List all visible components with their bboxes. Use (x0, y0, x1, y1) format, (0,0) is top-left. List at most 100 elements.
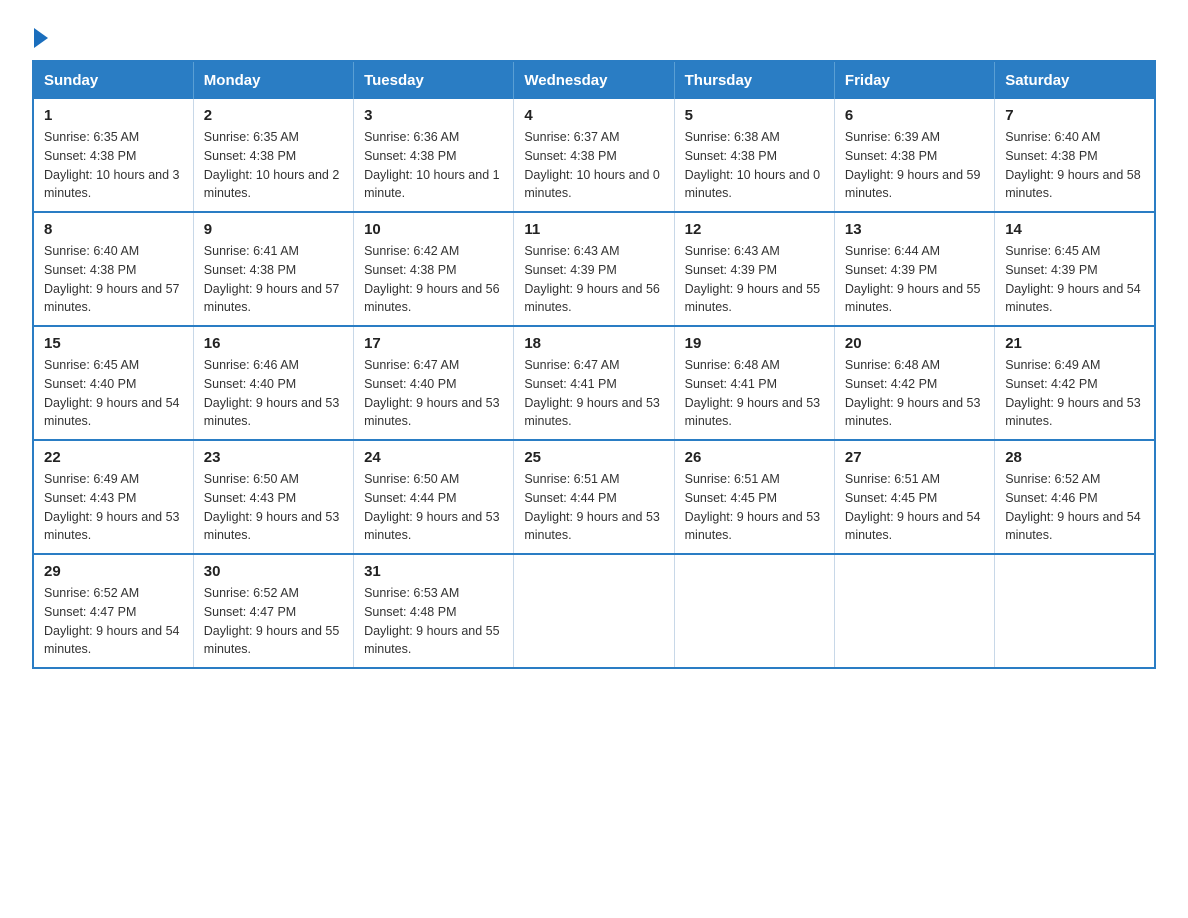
calendar-cell: 8 Sunrise: 6:40 AMSunset: 4:38 PMDayligh… (33, 212, 193, 326)
day-number: 24 (364, 449, 503, 466)
day-info: Sunrise: 6:46 AMSunset: 4:40 PMDaylight:… (204, 358, 340, 428)
calendar-cell: 16 Sunrise: 6:46 AMSunset: 4:40 PMDaylig… (193, 326, 353, 440)
calendar-cell: 12 Sunrise: 6:43 AMSunset: 4:39 PMDaylig… (674, 212, 834, 326)
calendar-cell: 11 Sunrise: 6:43 AMSunset: 4:39 PMDaylig… (514, 212, 674, 326)
day-number: 22 (44, 449, 183, 466)
day-info: Sunrise: 6:49 AMSunset: 4:42 PMDaylight:… (1005, 358, 1141, 428)
weekday-header-sunday: Sunday (33, 61, 193, 99)
calendar-week-row: 8 Sunrise: 6:40 AMSunset: 4:38 PMDayligh… (33, 212, 1155, 326)
day-info: Sunrise: 6:35 AMSunset: 4:38 PMDaylight:… (204, 130, 340, 200)
day-number: 4 (524, 107, 663, 124)
day-info: Sunrise: 6:49 AMSunset: 4:43 PMDaylight:… (44, 472, 180, 542)
day-number: 30 (204, 563, 343, 580)
calendar-cell (674, 554, 834, 668)
day-number: 7 (1005, 107, 1144, 124)
day-number: 14 (1005, 221, 1144, 238)
calendar-cell: 26 Sunrise: 6:51 AMSunset: 4:45 PMDaylig… (674, 440, 834, 554)
day-info: Sunrise: 6:48 AMSunset: 4:41 PMDaylight:… (685, 358, 821, 428)
day-number: 26 (685, 449, 824, 466)
day-info: Sunrise: 6:45 AMSunset: 4:40 PMDaylight:… (44, 358, 180, 428)
calendar-cell: 14 Sunrise: 6:45 AMSunset: 4:39 PMDaylig… (995, 212, 1155, 326)
day-info: Sunrise: 6:51 AMSunset: 4:45 PMDaylight:… (845, 472, 981, 542)
calendar-cell: 9 Sunrise: 6:41 AMSunset: 4:38 PMDayligh… (193, 212, 353, 326)
day-number: 28 (1005, 449, 1144, 466)
page-header (32, 24, 1156, 44)
weekday-header-monday: Monday (193, 61, 353, 99)
day-info: Sunrise: 6:44 AMSunset: 4:39 PMDaylight:… (845, 244, 981, 314)
calendar-cell: 20 Sunrise: 6:48 AMSunset: 4:42 PMDaylig… (834, 326, 994, 440)
calendar-cell: 22 Sunrise: 6:49 AMSunset: 4:43 PMDaylig… (33, 440, 193, 554)
day-number: 16 (204, 335, 343, 352)
calendar-cell: 2 Sunrise: 6:35 AMSunset: 4:38 PMDayligh… (193, 99, 353, 212)
day-info: Sunrise: 6:48 AMSunset: 4:42 PMDaylight:… (845, 358, 981, 428)
logo-arrow-icon (34, 28, 48, 48)
day-number: 23 (204, 449, 343, 466)
day-info: Sunrise: 6:51 AMSunset: 4:45 PMDaylight:… (685, 472, 821, 542)
day-number: 27 (845, 449, 984, 466)
day-info: Sunrise: 6:47 AMSunset: 4:40 PMDaylight:… (364, 358, 500, 428)
day-number: 10 (364, 221, 503, 238)
day-info: Sunrise: 6:36 AMSunset: 4:38 PMDaylight:… (364, 130, 500, 200)
calendar-cell: 31 Sunrise: 6:53 AMSunset: 4:48 PMDaylig… (354, 554, 514, 668)
calendar-cell: 24 Sunrise: 6:50 AMSunset: 4:44 PMDaylig… (354, 440, 514, 554)
calendar-week-row: 22 Sunrise: 6:49 AMSunset: 4:43 PMDaylig… (33, 440, 1155, 554)
day-info: Sunrise: 6:39 AMSunset: 4:38 PMDaylight:… (845, 130, 981, 200)
calendar-cell: 19 Sunrise: 6:48 AMSunset: 4:41 PMDaylig… (674, 326, 834, 440)
calendar-cell: 27 Sunrise: 6:51 AMSunset: 4:45 PMDaylig… (834, 440, 994, 554)
day-number: 13 (845, 221, 984, 238)
weekday-header-row: SundayMondayTuesdayWednesdayThursdayFrid… (33, 61, 1155, 99)
day-number: 8 (44, 221, 183, 238)
day-number: 1 (44, 107, 183, 124)
day-info: Sunrise: 6:40 AMSunset: 4:38 PMDaylight:… (1005, 130, 1141, 200)
calendar-cell: 29 Sunrise: 6:52 AMSunset: 4:47 PMDaylig… (33, 554, 193, 668)
day-info: Sunrise: 6:50 AMSunset: 4:43 PMDaylight:… (204, 472, 340, 542)
day-number: 29 (44, 563, 183, 580)
calendar-cell: 5 Sunrise: 6:38 AMSunset: 4:38 PMDayligh… (674, 99, 834, 212)
calendar-cell: 25 Sunrise: 6:51 AMSunset: 4:44 PMDaylig… (514, 440, 674, 554)
day-number: 18 (524, 335, 663, 352)
calendar-cell: 7 Sunrise: 6:40 AMSunset: 4:38 PMDayligh… (995, 99, 1155, 212)
calendar-week-row: 1 Sunrise: 6:35 AMSunset: 4:38 PMDayligh… (33, 99, 1155, 212)
day-number: 20 (845, 335, 984, 352)
day-info: Sunrise: 6:50 AMSunset: 4:44 PMDaylight:… (364, 472, 500, 542)
calendar-cell: 15 Sunrise: 6:45 AMSunset: 4:40 PMDaylig… (33, 326, 193, 440)
day-number: 15 (44, 335, 183, 352)
weekday-header-wednesday: Wednesday (514, 61, 674, 99)
weekday-header-thursday: Thursday (674, 61, 834, 99)
calendar-cell: 3 Sunrise: 6:36 AMSunset: 4:38 PMDayligh… (354, 99, 514, 212)
calendar-cell: 30 Sunrise: 6:52 AMSunset: 4:47 PMDaylig… (193, 554, 353, 668)
calendar-cell: 23 Sunrise: 6:50 AMSunset: 4:43 PMDaylig… (193, 440, 353, 554)
day-number: 11 (524, 221, 663, 238)
day-info: Sunrise: 6:40 AMSunset: 4:38 PMDaylight:… (44, 244, 180, 314)
calendar-cell: 28 Sunrise: 6:52 AMSunset: 4:46 PMDaylig… (995, 440, 1155, 554)
day-info: Sunrise: 6:35 AMSunset: 4:38 PMDaylight:… (44, 130, 180, 200)
day-info: Sunrise: 6:45 AMSunset: 4:39 PMDaylight:… (1005, 244, 1141, 314)
day-number: 31 (364, 563, 503, 580)
day-info: Sunrise: 6:38 AMSunset: 4:38 PMDaylight:… (685, 130, 821, 200)
day-info: Sunrise: 6:47 AMSunset: 4:41 PMDaylight:… (524, 358, 660, 428)
calendar-cell: 21 Sunrise: 6:49 AMSunset: 4:42 PMDaylig… (995, 326, 1155, 440)
calendar-week-row: 29 Sunrise: 6:52 AMSunset: 4:47 PMDaylig… (33, 554, 1155, 668)
day-number: 6 (845, 107, 984, 124)
calendar-cell: 6 Sunrise: 6:39 AMSunset: 4:38 PMDayligh… (834, 99, 994, 212)
day-number: 17 (364, 335, 503, 352)
calendar-cell: 17 Sunrise: 6:47 AMSunset: 4:40 PMDaylig… (354, 326, 514, 440)
calendar-cell: 4 Sunrise: 6:37 AMSunset: 4:38 PMDayligh… (514, 99, 674, 212)
day-number: 9 (204, 221, 343, 238)
calendar-cell: 1 Sunrise: 6:35 AMSunset: 4:38 PMDayligh… (33, 99, 193, 212)
calendar-table: SundayMondayTuesdayWednesdayThursdayFrid… (32, 60, 1156, 669)
day-info: Sunrise: 6:52 AMSunset: 4:46 PMDaylight:… (1005, 472, 1141, 542)
day-info: Sunrise: 6:53 AMSunset: 4:48 PMDaylight:… (364, 586, 500, 656)
weekday-header-saturday: Saturday (995, 61, 1155, 99)
day-number: 25 (524, 449, 663, 466)
calendar-cell (514, 554, 674, 668)
day-info: Sunrise: 6:52 AMSunset: 4:47 PMDaylight:… (44, 586, 180, 656)
day-number: 5 (685, 107, 824, 124)
day-info: Sunrise: 6:42 AMSunset: 4:38 PMDaylight:… (364, 244, 500, 314)
weekday-header-friday: Friday (834, 61, 994, 99)
calendar-cell: 18 Sunrise: 6:47 AMSunset: 4:41 PMDaylig… (514, 326, 674, 440)
day-number: 12 (685, 221, 824, 238)
day-info: Sunrise: 6:52 AMSunset: 4:47 PMDaylight:… (204, 586, 340, 656)
calendar-cell (995, 554, 1155, 668)
day-number: 3 (364, 107, 503, 124)
